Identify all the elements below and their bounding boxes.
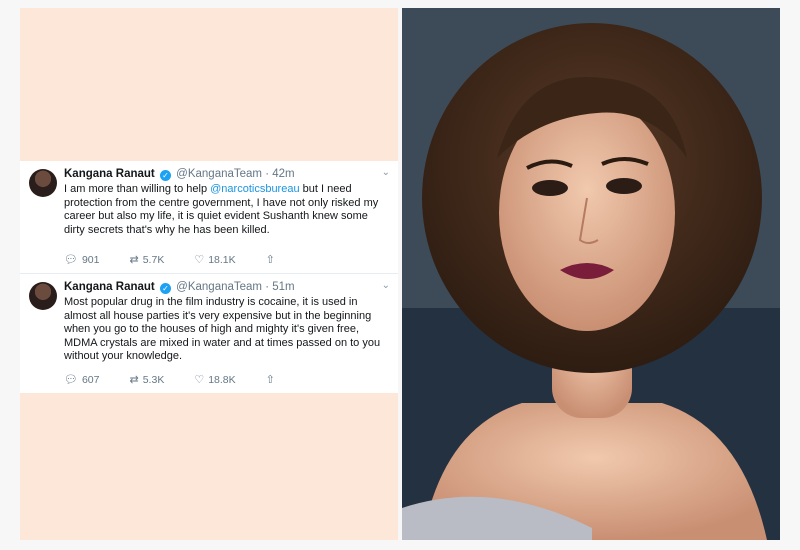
retweet-count: 5.7K bbox=[142, 253, 165, 266]
chevron-down-icon[interactable]: ⌄ bbox=[382, 280, 390, 291]
avatar[interactable] bbox=[29, 282, 57, 310]
reply-count: 607 bbox=[81, 373, 100, 386]
tweet-time[interactable]: · 51m bbox=[265, 281, 294, 293]
reply-count: 901 bbox=[81, 253, 100, 266]
portrait-illustration bbox=[402, 8, 780, 540]
share-icon: ⇧ bbox=[265, 374, 275, 386]
heart-icon: ♡ bbox=[194, 374, 205, 386]
tweet-time[interactable]: · 42m bbox=[265, 168, 294, 180]
tweet-card[interactable]: Kangana Ranaut ✓ @KanganaTeam · 51m ⌄ Mo… bbox=[20, 273, 398, 393]
share-button[interactable]: ⇧ bbox=[266, 373, 279, 386]
mention-link[interactable]: @narcoticsbureau bbox=[210, 183, 299, 195]
right-eye bbox=[606, 178, 642, 194]
tweet-header: Kangana Ranaut ✓ @KanganaTeam · 42m bbox=[64, 167, 388, 181]
like-button[interactable]: ♡ 18.8K bbox=[194, 373, 236, 387]
like-button[interactable]: ♡ 18.1K bbox=[194, 253, 236, 267]
verified-badge-icon: ✓ bbox=[159, 283, 171, 294]
left-eye bbox=[532, 180, 568, 196]
retweet-icon: ⇄ bbox=[129, 254, 139, 266]
retweet-button[interactable]: ⇄ 5.3K bbox=[129, 373, 165, 387]
verified-badge-icon: ✓ bbox=[159, 170, 171, 181]
author-name[interactable]: Kangana Ranaut bbox=[64, 168, 155, 180]
reply-icon: 💬︎ bbox=[64, 254, 78, 266]
author-handle[interactable]: @KanganaTeam bbox=[176, 168, 262, 180]
tweet-text: I am more than willing to help @narcotic… bbox=[64, 183, 386, 237]
author-handle[interactable]: @KanganaTeam bbox=[176, 281, 262, 293]
tweet-actions: 💬︎ 607 ⇄ 5.3K ♡ 18.8K ⇧ bbox=[64, 373, 309, 387]
tweet-actions: 💬︎ 901 ⇄ 5.7K ♡ 18.1K ⇧ bbox=[64, 253, 309, 267]
share-icon: ⇧ bbox=[265, 254, 275, 266]
tweet-header: Kangana Ranaut ✓ @KanganaTeam · 51m bbox=[64, 280, 388, 294]
heart-icon: ♡ bbox=[194, 254, 205, 266]
chevron-down-icon[interactable]: ⌄ bbox=[382, 167, 390, 178]
like-count: 18.1K bbox=[208, 253, 236, 266]
retweet-button[interactable]: ⇄ 5.7K bbox=[129, 253, 165, 267]
retweet-count: 5.3K bbox=[142, 373, 165, 386]
tweet-card[interactable]: Kangana Ranaut ✓ @KanganaTeam · 42m ⌄ I … bbox=[20, 161, 398, 273]
portrait-photo bbox=[402, 8, 780, 540]
tweet-text-part: I am more than willing to help bbox=[64, 183, 211, 195]
avatar[interactable] bbox=[29, 169, 57, 197]
share-button[interactable]: ⇧ bbox=[266, 253, 279, 266]
tweet-screenshot-panel: Kangana Ranaut ✓ @KanganaTeam · 42m ⌄ I … bbox=[20, 8, 398, 540]
tweet-text: Most popular drug in the film industry i… bbox=[64, 296, 381, 363]
retweet-icon: ⇄ bbox=[129, 374, 139, 386]
reply-button[interactable]: 💬︎ 607 bbox=[64, 373, 100, 387]
reply-icon: 💬︎ bbox=[64, 374, 78, 386]
like-count: 18.8K bbox=[208, 373, 236, 386]
reply-button[interactable]: 💬︎ 901 bbox=[64, 253, 100, 267]
author-name[interactable]: Kangana Ranaut bbox=[64, 281, 155, 293]
